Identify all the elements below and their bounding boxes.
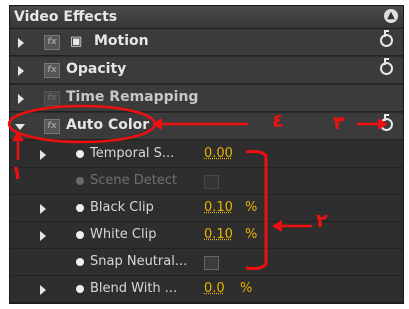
arrow-one-head bbox=[12, 131, 24, 141]
annotation-four: ٤ bbox=[272, 110, 284, 132]
values-bracket bbox=[245, 150, 268, 270]
annotation-three: ٣ bbox=[333, 112, 345, 134]
highlight-ellipse bbox=[7, 104, 157, 144]
arrow-three-head bbox=[378, 118, 388, 130]
arrow-two-head bbox=[272, 220, 282, 232]
annotation-two: ٢ bbox=[316, 210, 328, 232]
annotation-one: ١ bbox=[11, 162, 23, 184]
annotation-overlay bbox=[7, 104, 388, 270]
